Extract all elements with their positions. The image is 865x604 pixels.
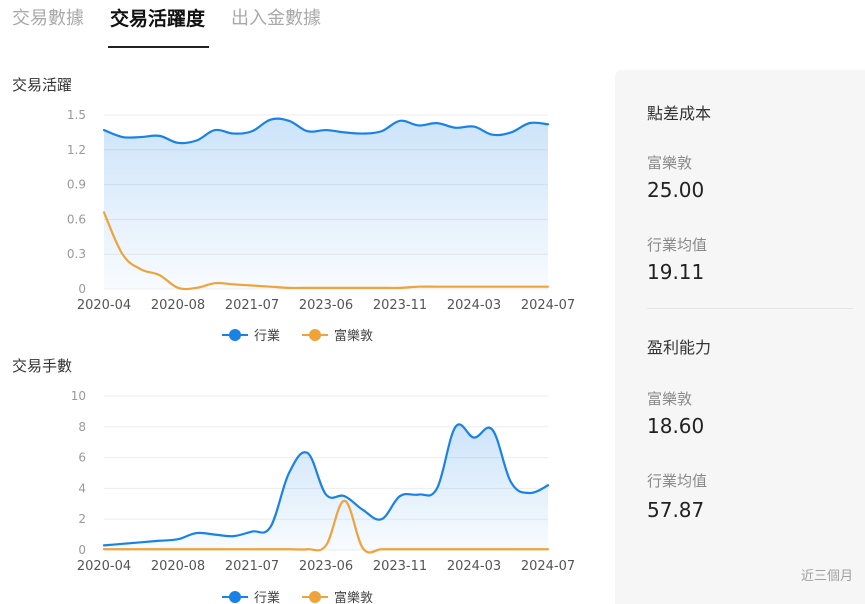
y-tick-label: 0 (78, 282, 86, 296)
spread-cost-title: 點差成本 (647, 104, 712, 123)
x-tick-label: 2024-07 (521, 298, 575, 313)
series-area-industry (104, 424, 548, 550)
y-tick-label: 0.3 (67, 247, 86, 261)
spread-cost-futu-value: 25.00 (647, 178, 705, 202)
y-tick-label: 4 (78, 481, 86, 495)
x-tick-label: 2023-11 (373, 298, 427, 313)
panel-divider (647, 308, 853, 309)
profitability-industry-value: 57.87 (647, 498, 705, 522)
spread-cost-industry-value: 19.11 (647, 260, 705, 284)
x-tick-label: 2023-06 (299, 298, 353, 313)
x-tick-label: 2024-07 (521, 559, 575, 574)
x-tick-label: 2023-11 (373, 559, 427, 574)
legend-item-industry[interactable]: 行業 (222, 587, 280, 604)
legend-marker-industry (222, 328, 248, 341)
y-tick-label: 1.5 (67, 108, 86, 122)
legend-label-industry: 行業 (254, 329, 281, 344)
x-tick-label: 2024-03 (447, 298, 501, 313)
x-tick-label: 2020-08 (151, 559, 205, 574)
x-tick-label: 2024-03 (447, 559, 501, 574)
trading-activity-chart: 0 0.3 0.6 0.9 1.2 1.5 2020-04 2020-08 2021-07 202… (67, 108, 575, 313)
y-tick-label: 1.2 (67, 143, 86, 157)
profitability-industry-label: 行業均值 (647, 472, 708, 490)
y-tick-label: 0 (78, 543, 86, 557)
legend-item-futu[interactable]: 富樂敦 (302, 587, 373, 604)
x-tick-label: 2021-07 (225, 298, 279, 313)
legend-marker-futu (302, 590, 329, 603)
legend-marker-futu (302, 328, 329, 341)
y-tick-label: 0.6 (67, 212, 86, 226)
x-tick-label: 2020-04 (77, 559, 131, 574)
tab-trading-data[interactable]: 交易數據 (12, 0, 84, 29)
metrics-panel: 點差成本 富樂敦 25.00 行業均值 19.11 盈利能力 富樂敦 18.60… (615, 70, 865, 604)
trading-activity-page: 交易數據 交易活躍度 出入金數據 交易活躍 0 0.3 0.6 0.9 1.2 1.5 20… (0, 0, 865, 604)
chart2-legend: 行業 富樂敦 (222, 587, 373, 604)
spread-cost-futu-label: 富樂敦 (647, 154, 693, 172)
tab-trading-activity[interactable]: 交易活躍度 (107, 0, 210, 48)
tab-bar: 交易數據 交易活躍度 出入金數據 (12, 0, 321, 48)
profitability-futu-label: 富樂敦 (647, 390, 693, 408)
y-tick-label: 2 (78, 512, 86, 526)
x-tick-label: 2021-07 (225, 559, 279, 574)
legend-label-industry: 行業 (254, 591, 281, 604)
y-tick-label: 8 (78, 420, 86, 434)
legend-item-futu[interactable]: 富樂敦 (302, 325, 373, 344)
period-note: 近三個月 (800, 569, 853, 584)
x-tick-label: 2020-08 (151, 298, 205, 313)
x-tick-label: 2023-06 (299, 559, 353, 574)
tab-deposit-withdrawal-data[interactable]: 出入金數據 (231, 0, 321, 29)
profitability-futu-value: 18.60 (647, 414, 705, 438)
chart1-legend: 行業 富樂敦 (222, 325, 373, 344)
spread-cost-industry-label: 行業均值 (647, 236, 708, 254)
trading-volume-chart: 0 2 4 6 8 10 2020-04 2020-08 2021-07 2023-06 2023-… (71, 389, 575, 574)
profitability-title: 盈利能力 (647, 338, 712, 357)
x-tick-label: 2020-04 (77, 298, 131, 313)
legend-label-futu: 富樂敦 (334, 591, 374, 604)
y-tick-label: 10 (71, 389, 86, 403)
chart1-title: 交易活躍 (12, 76, 73, 94)
chart2-title: 交易手數 (12, 357, 73, 375)
legend-label-futu: 富樂敦 (334, 329, 374, 344)
series-area-industry (104, 118, 548, 290)
legend-item-industry[interactable]: 行業 (222, 325, 280, 344)
y-tick-label: 0.9 (67, 178, 86, 192)
y-tick-label: 6 (78, 451, 86, 465)
legend-marker-industry (222, 590, 248, 603)
